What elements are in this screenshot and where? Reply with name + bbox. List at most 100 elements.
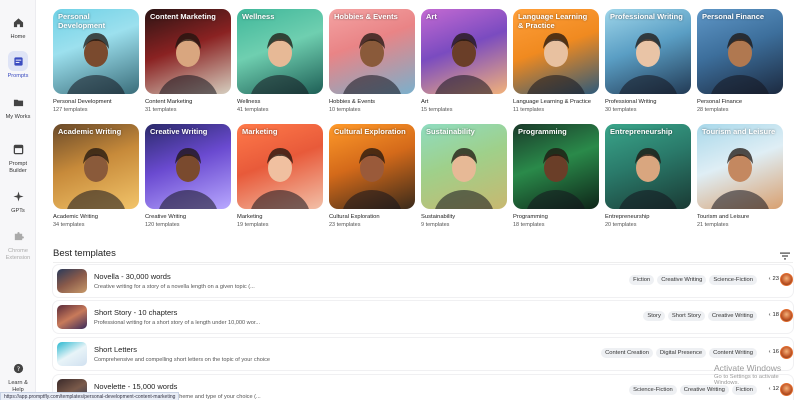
tag-chip[interactable]: Creative Writing — [707, 311, 757, 321]
category-name: Marketing — [237, 214, 263, 220]
category-count: 23 templates — [329, 222, 361, 228]
prompts-icon — [8, 51, 28, 71]
nav-label: Prompts — [7, 73, 29, 79]
nav-label: My Works — [5, 114, 31, 120]
divider — [53, 262, 793, 263]
category-name: Hobbies & Events — [329, 99, 376, 105]
category-card-image: Content Marketing — [145, 9, 231, 94]
nav-home[interactable]: Home — [0, 12, 36, 41]
category-card[interactable]: Art Art 15 templates — [421, 9, 507, 113]
tag-chip[interactable]: Fiction — [731, 385, 757, 395]
category-card[interactable]: Personal Finance Personal Finance 28 templ… — [697, 9, 783, 113]
category-card-image: Wellness — [237, 9, 323, 94]
category-count: 120 templates — [145, 222, 180, 228]
category-count: 19 templates — [237, 222, 269, 228]
category-count: 10 templates — [329, 107, 361, 113]
category-name: Sustainability — [421, 214, 456, 220]
like-counter[interactable]: ‹ 23 — [769, 276, 779, 282]
template-thumbnail — [57, 269, 87, 293]
nav-my-works[interactable]: My Works — [0, 92, 36, 121]
category-count: 41 templates — [237, 107, 269, 113]
category-card-image: Art — [421, 9, 507, 94]
nav-label: Chrome Extension — [5, 248, 31, 261]
template-title: Novella - 30,000 words — [94, 272, 171, 281]
watermark-subtitle: Go to Settings to activate Windows. — [714, 374, 779, 386]
filter-icon[interactable] — [779, 248, 791, 260]
category-card-image: Academic Writing — [53, 124, 139, 209]
like-counter[interactable]: ‹ 12 — [769, 386, 779, 392]
template-tags: Content Creation Digital Presence Content … — [601, 348, 757, 358]
nav-gpts[interactable]: GPTs — [0, 186, 36, 215]
author-avatar[interactable] — [780, 346, 793, 359]
category-card-title: Entrepreneurship — [610, 127, 673, 136]
category-card[interactable]: Creative Writing Creative Writing 120 temp… — [145, 124, 231, 228]
category-card[interactable]: Personal Development Personal Development… — [53, 9, 139, 113]
tag-chip[interactable]: Story — [643, 311, 665, 321]
category-card[interactable]: Programming Programming 18 templates — [513, 124, 599, 228]
category-name: Content Marketing — [145, 99, 193, 105]
tag-chip[interactable]: Content Creation — [601, 348, 653, 358]
category-count: 20 templates — [605, 222, 637, 228]
tag-chip[interactable]: Creative Writing — [657, 275, 707, 285]
like-counter[interactable]: ‹ 16 — [769, 349, 779, 355]
category-count: 127 templates — [53, 107, 88, 113]
tag-chip[interactable]: Content Writing — [709, 348, 757, 358]
watermark-title: Activate Windows — [714, 363, 782, 373]
template-tags: Science-Fiction Creative Writing Fiction — [629, 385, 757, 395]
tag-chip[interactable]: Creative Writing — [679, 385, 729, 395]
tag-chip[interactable]: Science-Fiction — [629, 385, 677, 395]
category-card-title: Creative Writing — [150, 127, 208, 136]
help-icon: ? — [8, 358, 28, 378]
template-title: Novelette - 15,000 words — [94, 382, 178, 391]
category-name: Wellness — [237, 99, 261, 105]
category-name: Creative Writing — [145, 214, 187, 220]
tag-chip[interactable]: Short Story — [667, 311, 705, 321]
category-card-image: Creative Writing — [145, 124, 231, 209]
author-avatar[interactable] — [780, 309, 793, 322]
category-card[interactable]: Professional Writing Professional Writing… — [605, 9, 691, 113]
category-card-title: Hobbies & Events — [334, 12, 398, 21]
tag-chip[interactable]: Fiction — [629, 275, 655, 285]
category-count: 30 templates — [605, 107, 637, 113]
category-name: Professional Writing — [605, 99, 657, 105]
sparkle-icon — [8, 186, 28, 206]
category-card-title: Academic Writing — [58, 127, 122, 136]
category-card[interactable]: Wellness Wellness 41 templates — [237, 9, 323, 113]
chevron-left-icon: ‹ — [768, 276, 771, 282]
category-card-title: Marketing — [242, 127, 278, 136]
category-card[interactable]: Tourism and Leisure Tourism and Leisure 21… — [697, 124, 783, 228]
category-card-title: Cultural Exploration — [334, 127, 406, 136]
main-content: Personal Development Personal Development… — [36, 0, 800, 400]
category-card[interactable]: Sustainability Sustainability 9 templates — [421, 124, 507, 228]
category-card-title: Content Marketing — [150, 12, 216, 21]
category-card-image: Language Learning & Practice — [513, 9, 599, 94]
nav-chrome-extension[interactable]: Chrome Extension — [0, 226, 36, 262]
category-card[interactable]: Academic Writing Academic Writing 34 templ… — [53, 124, 139, 228]
category-card-image: Cultural Exploration — [329, 124, 415, 209]
puzzle-icon — [8, 226, 28, 246]
template-description: Comprehensive and compelling short lette… — [94, 357, 270, 363]
category-card[interactable]: Language Learning & Practice Language Lea… — [513, 9, 599, 113]
like-count: 12 — [772, 386, 779, 392]
nav-prompt-builder[interactable]: Prompt Builder — [0, 139, 36, 175]
builder-icon — [8, 139, 28, 159]
category-card[interactable]: Content Marketing Content Marketing 31 tem… — [145, 9, 231, 113]
template-row[interactable]: Novella - 30,000 words Creative writing f… — [53, 265, 793, 297]
nav-learn-help[interactable]: ? Learn & Help — [0, 358, 36, 394]
category-card[interactable]: Marketing Marketing 19 templates — [237, 124, 323, 228]
category-card[interactable]: Cultural Exploration Cultural Exploration… — [329, 124, 415, 228]
tag-chip[interactable]: Digital Presence — [655, 348, 707, 358]
author-avatar[interactable] — [780, 273, 793, 286]
like-counter[interactable]: ‹ 18 — [769, 312, 779, 318]
template-row[interactable]: Short Letters Comprehensive and compellin… — [53, 338, 793, 370]
template-tags: Fiction Creative Writing Science-Fiction — [629, 275, 757, 285]
category-count: 28 templates — [697, 107, 729, 113]
nav-prompts[interactable]: Prompts — [0, 51, 36, 80]
template-row[interactable]: Short Story - 10 chapters Professional wr… — [53, 301, 793, 333]
category-card-title: Personal Development — [58, 12, 106, 30]
category-card-image: Personal Development — [53, 9, 139, 94]
category-card[interactable]: Hobbies & Events Hobbies & Events 10 templ… — [329, 9, 415, 113]
category-card-image: Entrepreneurship — [605, 124, 691, 209]
tag-chip[interactable]: Science-Fiction — [709, 275, 757, 285]
category-card[interactable]: Entrepreneurship Entrepreneurship 20 templ… — [605, 124, 691, 228]
